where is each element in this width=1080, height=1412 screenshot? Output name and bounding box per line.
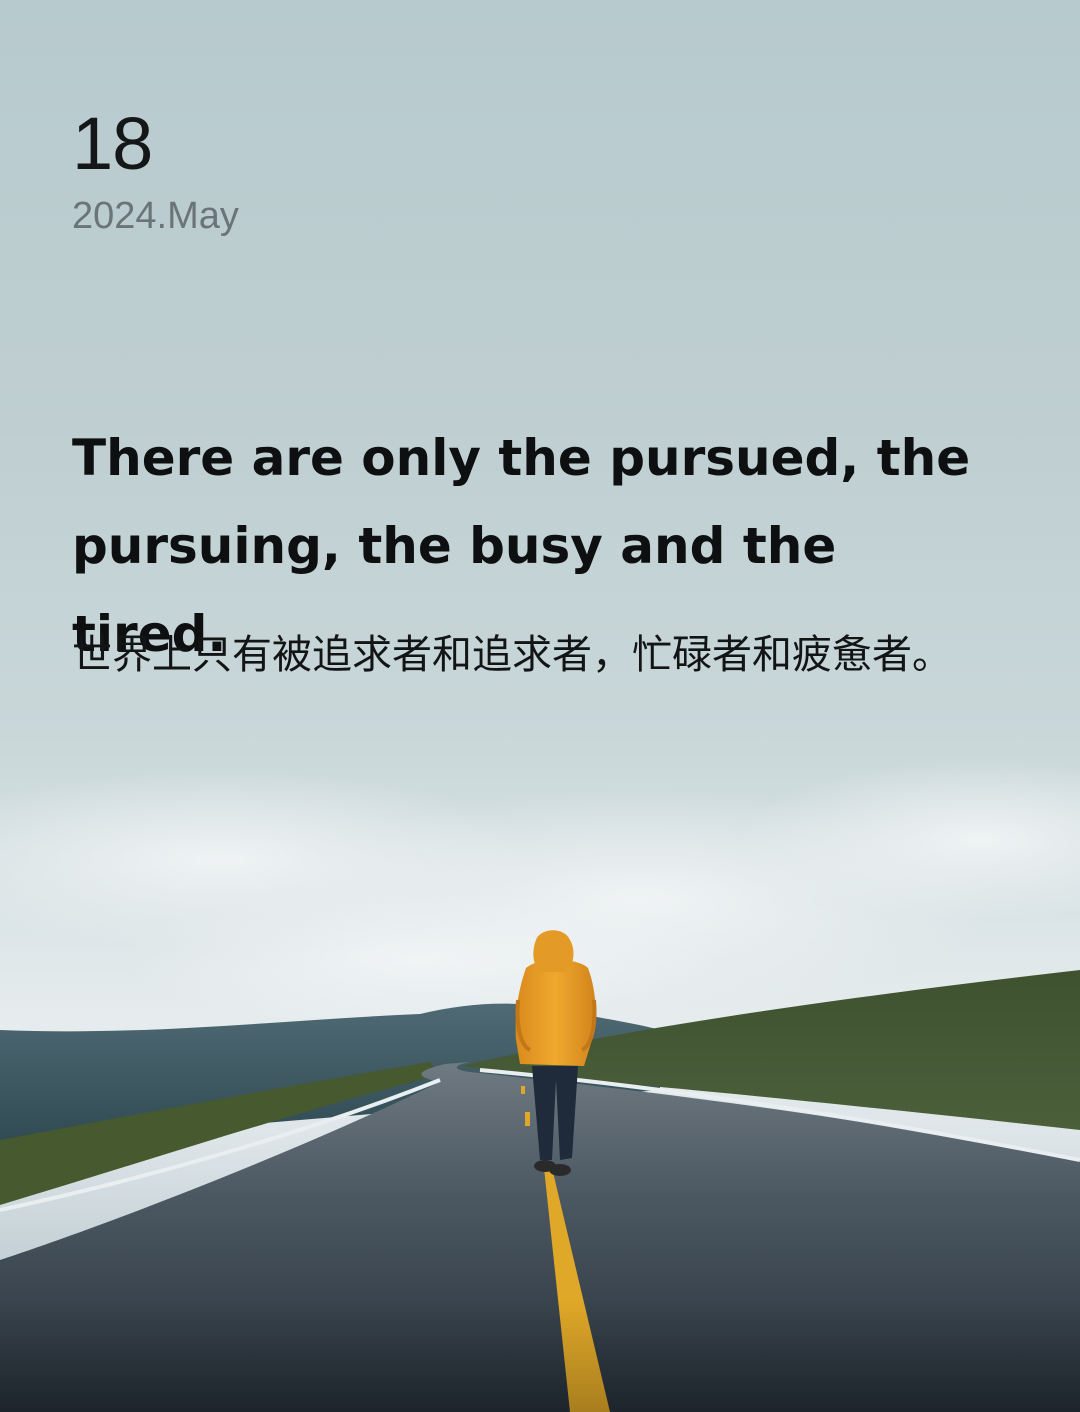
quote-card: 18 2024.May There are only the pursued, …	[0, 0, 1080, 1412]
quote-chinese: 世界上只有被追求者和追求者，忙碌者和疲惫者。	[72, 632, 952, 678]
date-day: 18	[72, 102, 153, 185]
date-month-year: 2024.May	[72, 195, 239, 237]
